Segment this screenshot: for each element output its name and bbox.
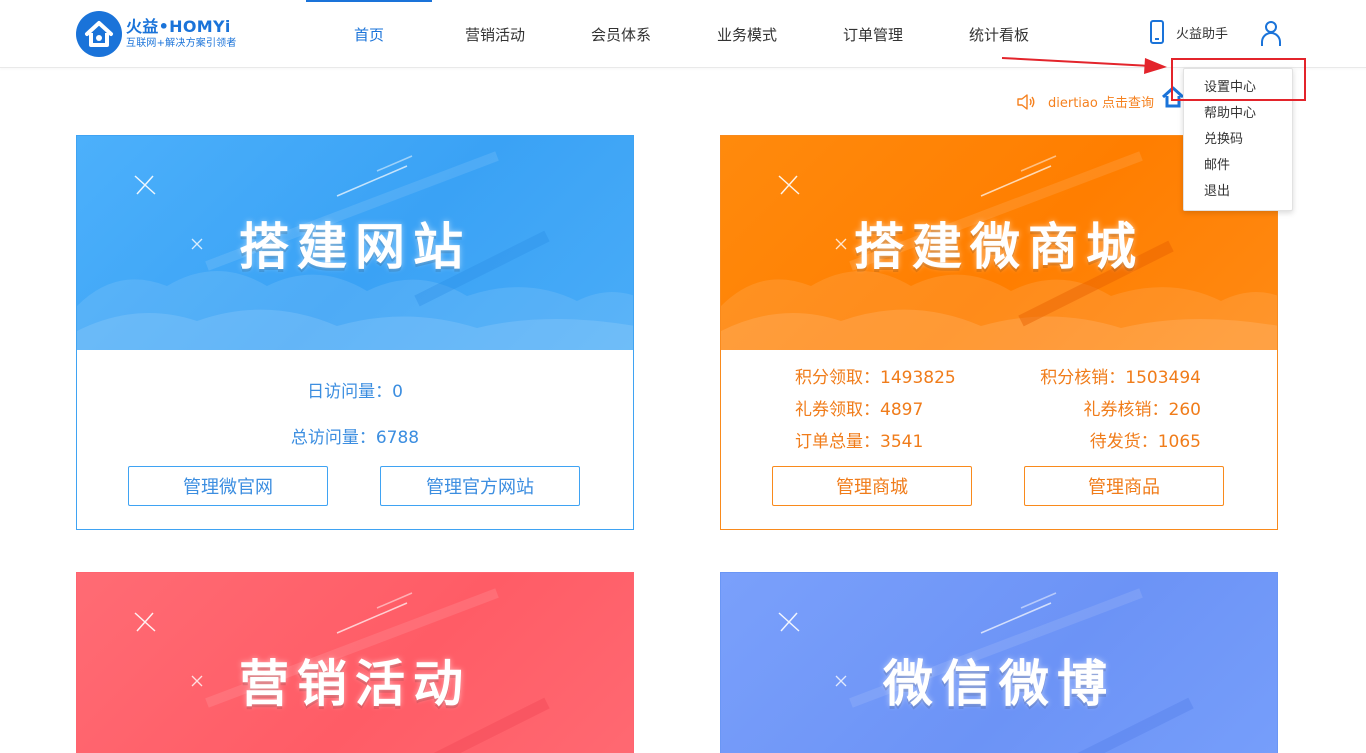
menu-help-center[interactable]: 帮助中心 xyxy=(1184,101,1292,127)
points-claimed: 积分领取：1493825 xyxy=(795,368,956,388)
total-visits: 总访问量：6788 xyxy=(290,428,420,448)
card-wechat-weibo: 微信微博 xyxy=(720,572,1278,753)
nav-home[interactable]: 首页 xyxy=(306,0,432,68)
manage-products-button[interactable]: 管理商品 xyxy=(1024,466,1224,506)
assistant-label: 火益助手 xyxy=(1176,26,1229,42)
homyi-logo[interactable]: 火益•HOMYi 互联网+解决方案引领者 xyxy=(76,10,256,58)
daily-visits: 日访问量：0 xyxy=(307,382,403,402)
annotation-arrow-icon xyxy=(1001,57,1167,74)
annotation-highlight-box xyxy=(1171,58,1306,101)
pending-shipment: 待发货：1065 xyxy=(1089,432,1201,452)
logo-tagline: 互联网+解决方案引领者 xyxy=(126,38,237,49)
wechat-weibo-title: 微信微博 xyxy=(883,655,1115,713)
speaker-icon xyxy=(1017,93,1035,110)
marketing-title: 营销活动 xyxy=(239,655,471,713)
points-verified: 积分核销：1503494 xyxy=(1040,368,1201,388)
coupons-verified: 礼券核销：260 xyxy=(1083,400,1201,420)
card-website: 搭建网站 日访问量：0 总访问量：6788 管理微官网 管理官方网站 xyxy=(76,135,634,530)
notice-text: diertiao 点击查询 xyxy=(1048,96,1154,111)
nav-membership[interactable]: 会员体系 xyxy=(558,0,684,68)
menu-redeem-code[interactable]: 兑换码 xyxy=(1184,127,1292,153)
coupons-claimed: 礼券领取：4897 xyxy=(795,400,924,420)
assistant-link[interactable]: 火益助手 xyxy=(1150,20,1228,44)
manage-mall-button[interactable]: 管理商城 xyxy=(772,466,972,506)
user-icon[interactable] xyxy=(1259,20,1283,46)
orders-total: 订单总量：3541 xyxy=(795,432,924,452)
manage-wechat-site-button[interactable]: 管理微官网 xyxy=(128,466,328,506)
marketing-banner[interactable]: 营销活动 xyxy=(77,573,633,753)
main-nav: 首页 营销活动 会员体系 业务模式 订单管理 统计看板 xyxy=(306,0,1062,68)
nav-business-mode[interactable]: 业务模式 xyxy=(684,0,810,68)
nav-marketing[interactable]: 营销活动 xyxy=(432,0,558,68)
menu-mail[interactable]: 邮件 xyxy=(1184,153,1292,179)
logo-house-icon xyxy=(76,11,122,57)
logo-title: 火益•HOMYi xyxy=(126,17,231,36)
notice-bar[interactable]: diertiao 点击查询 xyxy=(1016,92,1154,111)
nav-orders[interactable]: 订单管理 xyxy=(810,0,936,68)
wechat-weibo-banner[interactable]: 微信微博 xyxy=(721,573,1277,753)
website-title: 搭建网站 xyxy=(239,218,471,276)
manage-official-site-button[interactable]: 管理官方网站 xyxy=(380,466,580,506)
website-banner[interactable]: 搭建网站 xyxy=(77,136,633,350)
menu-logout[interactable]: 退出 xyxy=(1184,179,1292,205)
card-marketing: 营销活动 xyxy=(76,572,634,753)
phone-icon xyxy=(1150,20,1164,44)
